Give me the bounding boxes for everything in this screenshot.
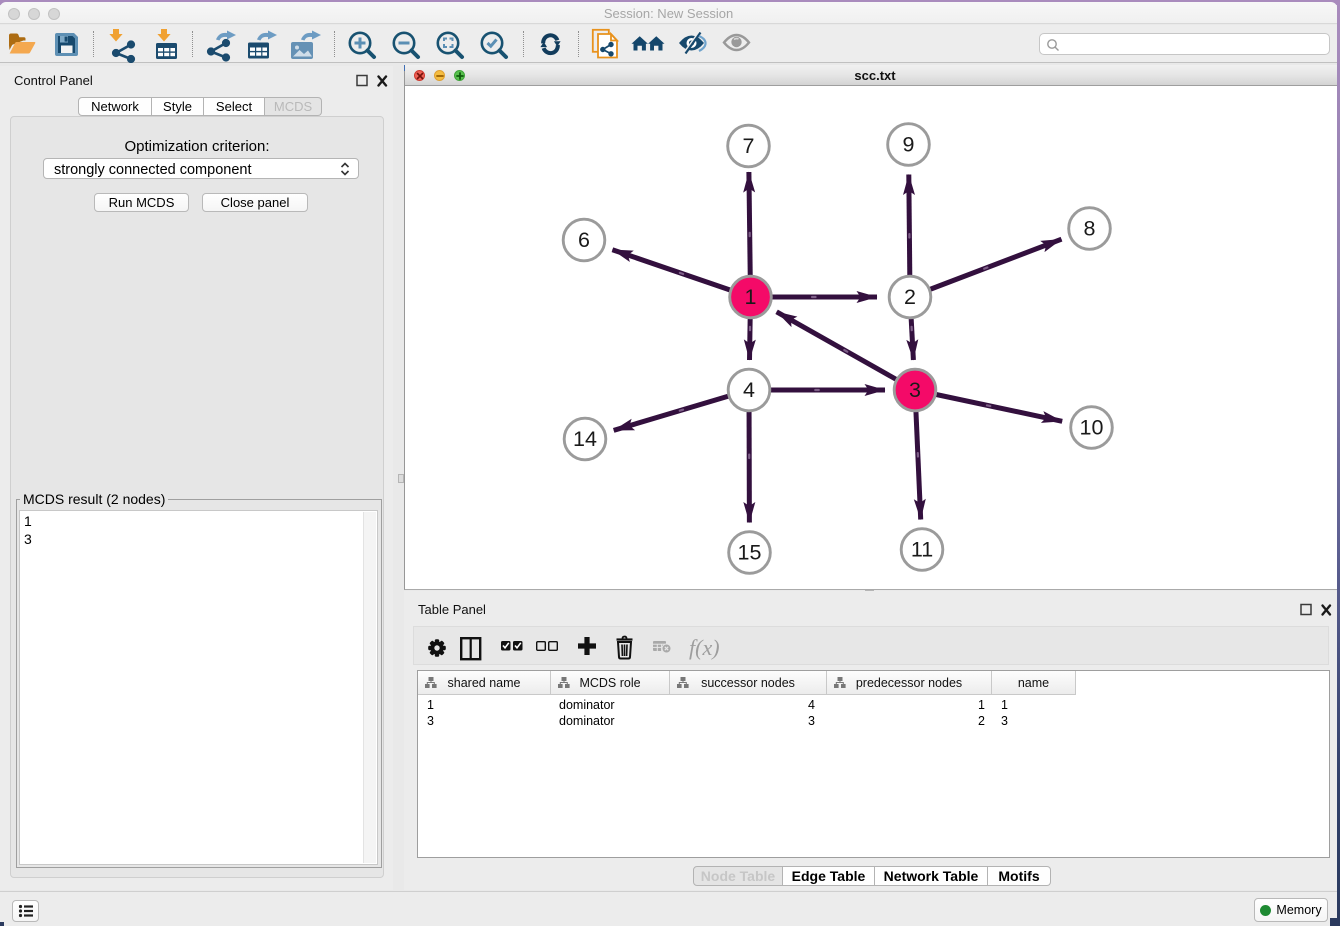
svg-text:1: 1 (745, 285, 757, 309)
svg-text:11: 11 (911, 538, 933, 562)
svg-text:14: 14 (573, 427, 597, 451)
svg-text:2: 2 (904, 285, 916, 309)
svg-text:8: 8 (1084, 217, 1096, 241)
svg-text:6: 6 (578, 228, 590, 252)
svg-text:9: 9 (903, 133, 915, 157)
svg-text:4: 4 (743, 378, 755, 402)
svg-text:7: 7 (743, 134, 755, 158)
svg-text:15: 15 (738, 541, 762, 565)
svg-text:f(x): f(x) (689, 635, 720, 660)
svg-text:3: 3 (909, 378, 921, 402)
svg-text:10: 10 (1080, 416, 1104, 440)
